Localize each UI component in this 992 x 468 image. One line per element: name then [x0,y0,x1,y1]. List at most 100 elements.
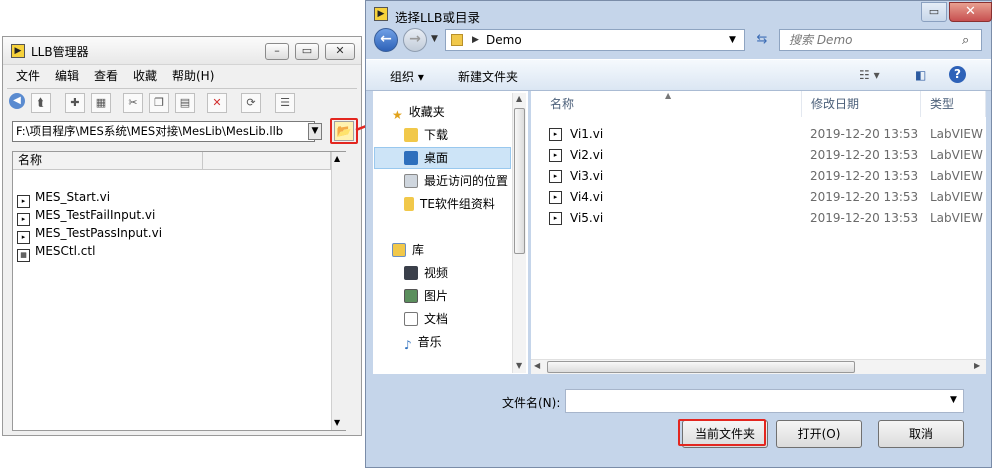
new-folder-button[interactable]: 新建文件夹 [458,68,518,85]
scroll-right-icon[interactable]: ▶ [974,361,980,370]
view-options-icon[interactable]: ☷ ▾ [859,68,880,82]
column-header-blank[interactable] [203,152,331,170]
vi-file-icon: ▸ [549,170,562,183]
dialog-close-button[interactable]: ✕ [949,2,992,22]
ctl-file-icon: ▦ [17,249,30,262]
column-header-name[interactable]: 名称 [13,152,203,170]
address-bar[interactable]: ▶ Demo ▼ [445,29,745,51]
nav-recent[interactable]: 最近访问的位置 [404,171,508,191]
llb-path-field[interactable]: F:\项目程序\MES系统\MES对接\MesLib\MesLib.llb [12,121,315,142]
breadcrumb-separator-icon[interactable]: ▶ [472,30,479,50]
settings-icon[interactable]: ☰ [275,93,295,113]
column-header-name[interactable]: 名称 [544,91,802,117]
organize-button[interactable]: 组织 ▾ [390,68,424,85]
path-dropdown-icon[interactable]: ▼ [308,123,322,140]
menu-help[interactable]: 帮助(H) [172,67,214,84]
llb-titlebar: ▶ LLB管理器 – ▭ ✕ [3,37,361,65]
navigation-pane: ★ 收藏夹 下载 桌面 最近访问的位置 TE软件组资料 库 视频 图片 文档 ♪ 音… [373,91,528,374]
pictures-icon [404,289,418,303]
folder-icon [404,197,414,211]
column-header-date[interactable]: 修改日期 [805,91,921,117]
nav-pictures[interactable]: 图片 [404,286,448,306]
vi-file-icon: ▸ [549,212,562,225]
labview-app-icon: ▶ [11,44,25,58]
select-llb-dialog: ▶ 选择LLB或目录 ▭ ✕ ← → ▼ ▶ Demo ▼ ⇆ 搜索 Demo … [365,0,992,468]
address-dropdown-icon[interactable]: ▼ [729,30,736,50]
desktop-icon [404,151,418,165]
column-header-type[interactable]: 类型 [924,91,986,117]
menu-divider [7,88,357,89]
nav-scroll-thumb[interactable] [514,108,525,254]
vi-file-icon: ▸ [549,128,562,141]
maximize-button[interactable]: ▭ [295,43,319,60]
menu-favorites[interactable]: 收藏 [133,67,157,84]
dialog-title: 选择LLB或目录 [395,10,481,25]
copy-icon[interactable]: ❐ [149,93,169,113]
vi-file-icon: ▸ [549,149,562,162]
address-text[interactable]: Demo [486,30,522,50]
nav-library[interactable]: 库 [392,240,424,260]
cancel-button[interactable]: 取消 [878,420,964,448]
star-icon: ★ [392,108,403,122]
up-folder-icon[interactable]: ⮬ [31,93,51,113]
minimize-button[interactable]: – [265,43,289,60]
new-item-icon[interactable]: ✚ [65,93,85,113]
downloads-folder-icon [404,128,418,142]
llb-manager-window: ▶ LLB管理器 – ▭ ✕ 文件 编辑 查看 收藏 帮助(H) ◀ ⮬ ✚ ▦… [2,36,362,436]
nav-documents[interactable]: 文档 [404,309,448,329]
current-folder-highlight-box [678,419,766,446]
nav-te-folder[interactable]: TE软件组资料 [404,194,495,214]
labview-app-icon: ▶ [374,7,388,21]
back-icon[interactable]: ◀ [9,93,25,109]
vi-file-icon: ▸ [549,191,562,204]
paste-icon[interactable]: ▤ [175,93,195,113]
list-item[interactable]: ▸ MES_Start.vi [17,188,110,208]
cut-icon[interactable]: ✂ [123,93,143,113]
nav-downloads[interactable]: 下载 [404,125,448,145]
menu-edit[interactable]: 编辑 [55,67,79,84]
filename-input[interactable]: ▼ [565,389,964,413]
file-list-pane: ▲ 名称 修改日期 类型 ▸ Vi1.vi 2019-12-20 13:53 L… [531,91,986,374]
recent-places-icon [404,174,418,188]
list-item[interactable]: ▸ MES_TestFailInput.vi [17,206,155,226]
scroll-down-icon[interactable]: ▼ [334,418,340,427]
properties-icon[interactable]: ▦ [91,93,111,113]
llb-window-title: LLB管理器 [31,45,89,59]
nav-scrollbar[interactable]: ▲ ▼ [512,93,526,373]
help-icon[interactable]: ? [949,66,966,83]
menu-file[interactable]: 文件 [16,67,40,84]
forward-arrow-icon[interactable]: → [403,28,427,52]
history-dropdown-icon[interactable]: ▼ [431,34,438,44]
music-icon: ♪ [404,338,412,352]
nav-desktop[interactable]: 桌面 [404,148,448,168]
list-item[interactable]: ▸ MES_TestPassInput.vi [17,224,162,244]
scroll-down-icon[interactable]: ▼ [516,361,522,370]
library-icon [392,243,406,257]
horizontal-scroll-thumb[interactable] [547,361,855,373]
delete-icon[interactable]: ✕ [207,93,227,113]
llb-list-scrollbar[interactable]: ▲ ▼ [331,152,346,430]
documents-icon [404,312,418,326]
scroll-up-icon[interactable]: ▲ [516,94,522,103]
nav-favorites[interactable]: ★ 收藏夹 [392,102,445,122]
refresh-icon[interactable]: ⟳ [241,93,261,113]
nav-videos[interactable]: 视频 [404,263,448,283]
scroll-up-icon[interactable]: ▲ [334,154,340,163]
folder-icon [451,34,463,46]
filename-dropdown-icon[interactable]: ▼ [950,395,957,405]
preview-pane-icon[interactable]: ◧ [915,68,926,82]
list-item[interactable]: ▦ MESCtl.ctl [17,242,95,262]
open-button[interactable]: 打开(O) [776,420,862,448]
menu-view[interactable]: 查看 [94,67,118,84]
llb-file-list[interactable]: 名称 ▸ MES_Start.vi ▸ MES_TestFailInput.vi ▸… [12,151,346,431]
horizontal-scrollbar[interactable]: ◀ ▶ [531,359,986,374]
scroll-left-icon[interactable]: ◀ [534,361,540,370]
search-icon[interactable]: ⌕ [962,33,969,48]
filename-label: 文件名(N): [502,396,561,410]
command-bar: 组织 ▾ 新建文件夹 ☷ ▾ ◧ ? [366,59,991,91]
refresh-icon[interactable]: ⇆ [751,31,773,49]
nav-music[interactable]: ♪ 音乐 [404,332,442,352]
search-input[interactable]: 搜索 Demo [779,29,982,51]
dialog-restore-button[interactable]: ▭ [921,2,947,22]
back-arrow-icon[interactable]: ← [374,28,398,52]
